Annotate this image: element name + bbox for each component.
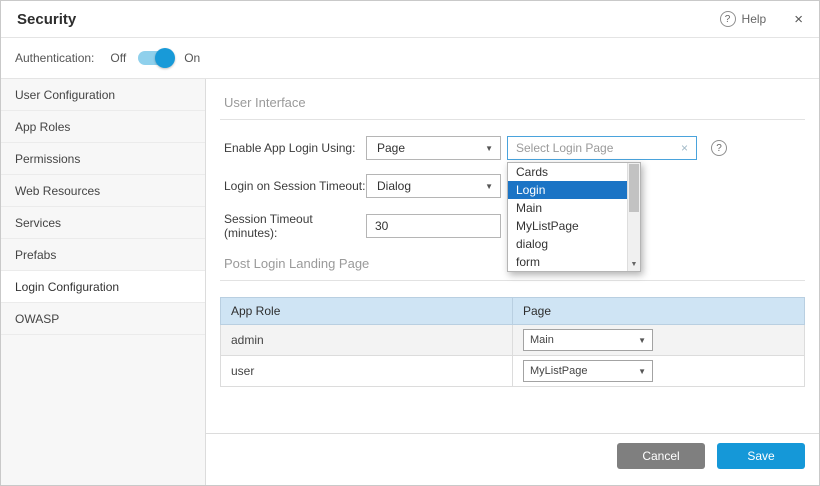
chevron-down-icon: ▼ [638,336,646,345]
scroll-down-icon[interactable]: ▼ [628,258,640,271]
save-button[interactable]: Save [717,443,805,469]
main-content: User Interface Enable App Login Using: P… [206,79,819,485]
login-using-select-value: Page [377,141,405,155]
landing-page-table: App Role Page admin Main ▼ [220,297,805,387]
table-row: admin Main ▼ [221,325,805,356]
chevron-down-icon: ▼ [638,367,646,376]
clear-icon[interactable]: × [681,141,688,155]
authentication-toggle[interactable] [138,51,172,65]
app-role-cell: user [221,356,513,387]
login-page-option[interactable]: dialog [508,235,627,253]
table-header-row: App Role Page [221,298,805,325]
enable-app-login-row: Enable App Login Using: Page ▼ × ? Cards… [220,136,805,160]
sidebar-item-app-roles[interactable]: App Roles [1,111,205,143]
login-page-option[interactable]: form [508,253,627,271]
cancel-button[interactable]: Cancel [617,443,705,469]
app-role-cell: admin [221,325,513,356]
login-page-combobox[interactable]: × [507,136,697,160]
help-icon: ? [720,11,736,27]
landing-page-value: MyListPage [530,365,587,377]
sidebar-item-services[interactable]: Services [1,207,205,239]
landing-page-select-user[interactable]: MyListPage ▼ [523,360,653,382]
sidebar-item-web-resources[interactable]: Web Resources [1,175,205,207]
table-row: user MyListPage ▼ [221,356,805,387]
login-page-dropdown: Cards Login Main MyListPage dialog form … [507,162,641,272]
sidebar-item-owasp[interactable]: OWASP [1,303,205,335]
window-header: Security ? Help × [1,1,819,38]
toggle-off-label: Off [110,51,126,65]
toggle-on-label: On [184,51,200,65]
sidebar-item-prefabs[interactable]: Prefabs [1,239,205,271]
sidebar-item-permissions[interactable]: Permissions [1,143,205,175]
login-page-option[interactable]: MyListPage [508,217,627,235]
scrollbar-thumb[interactable] [629,164,639,212]
toggle-knob [155,48,175,68]
window-body: User Configuration App Roles Permissions… [1,79,819,485]
session-timeout-input[interactable] [366,214,501,238]
chevron-down-icon: ▼ [485,144,493,153]
login-page-option[interactable]: Cards [508,163,627,181]
login-page-option-selected[interactable]: Login [508,181,627,199]
section-title-user-interface: User Interface [220,93,805,120]
session-timeout-mode-label: Login on Session Timeout: [224,179,366,193]
column-header-app-role: App Role [221,298,513,325]
help-button[interactable]: ? Help [720,11,767,27]
login-page-option[interactable]: Main [508,199,627,217]
close-icon[interactable]: × [794,11,803,28]
page-cell: Main ▼ [513,325,805,356]
sidebar-item-login-configuration[interactable]: Login Configuration [1,271,205,303]
enable-app-login-label: Enable App Login Using: [224,141,366,155]
page-title: Security [17,11,76,28]
chevron-down-icon: ▼ [485,182,493,191]
content-footer: Cancel Save [206,433,819,485]
sidebar-item-user-configuration[interactable]: User Configuration [1,79,205,111]
landing-page-value: Main [530,334,554,346]
session-timeout-minutes-label: Session Timeout (minutes): [224,212,366,240]
session-timeout-mode-value: Dialog [377,179,411,193]
login-page-options: Cards Login Main MyListPage dialog form [508,163,627,271]
authentication-row: Authentication: Off On [1,38,819,79]
security-window: Security ? Help × Authentication: Off On… [0,0,820,486]
session-timeout-mode-select[interactable]: Dialog ▼ [366,174,501,198]
login-page-input[interactable] [516,141,677,155]
landing-page-select-admin[interactable]: Main ▼ [523,329,653,351]
field-help-icon[interactable]: ? [711,140,727,156]
page-cell: MyListPage ▼ [513,356,805,387]
authentication-label: Authentication: [15,51,94,65]
help-label: Help [742,12,767,26]
dropdown-scrollbar[interactable]: ▼ [627,163,640,271]
login-using-select[interactable]: Page ▼ [366,136,501,160]
sidebar: User Configuration App Roles Permissions… [1,79,206,485]
column-header-page: Page [513,298,805,325]
